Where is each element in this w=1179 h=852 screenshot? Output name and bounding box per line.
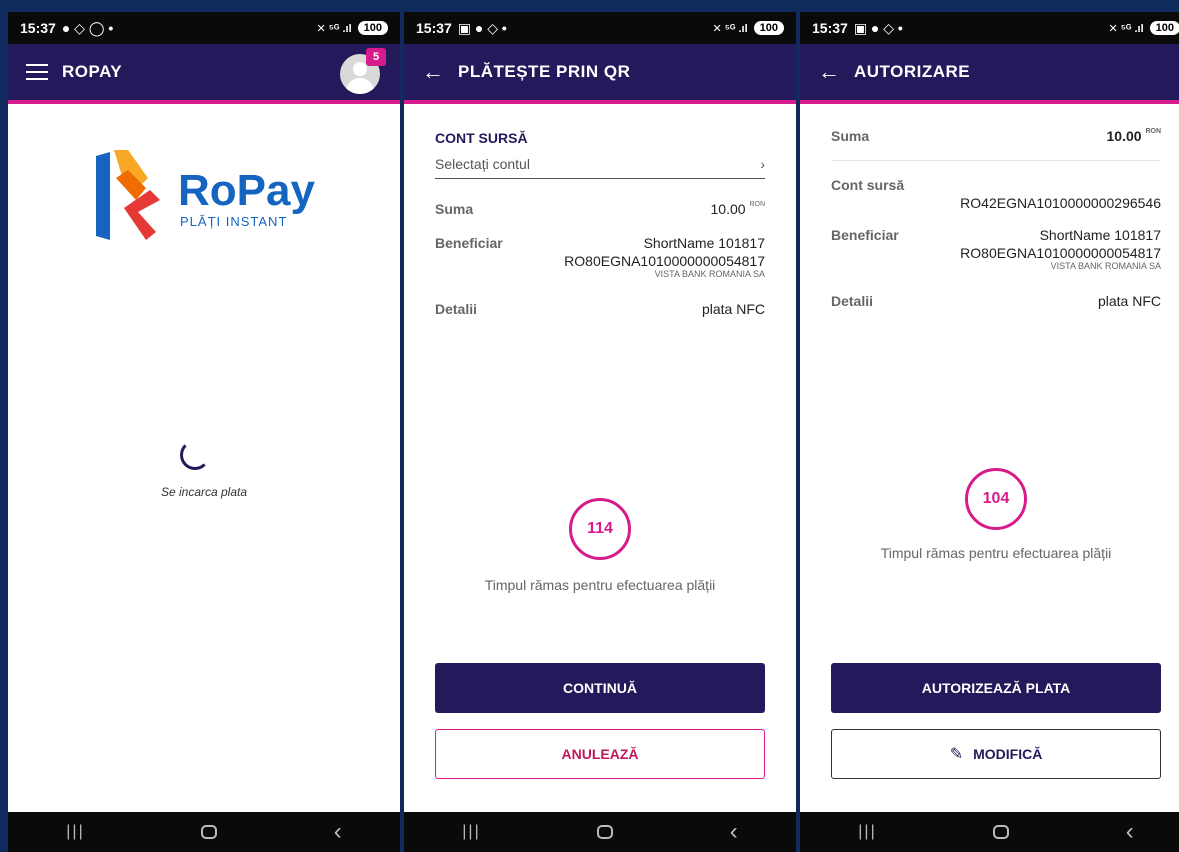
divider (831, 160, 1161, 161)
details-label: Detalii (435, 301, 478, 317)
app-bar: ← AUTORIZARE (800, 44, 1179, 104)
details-row: Detalii plata NFC (435, 301, 765, 317)
phone-screen-qr-payment: 15:37 ▣ ● ◇ • ✕ ⁵ᴳ .ıl 100 ← PLĂTEȘTE PRIN… (404, 12, 796, 852)
status-time: 15:37 (812, 20, 848, 36)
recents-button[interactable]: ||| (66, 823, 84, 841)
beneficiary-name: ShortName 101817 (643, 235, 765, 251)
status-time: 15:37 (416, 20, 452, 36)
app-title: AUTORIZARE (854, 62, 971, 81)
app-title: ROPAY (62, 62, 123, 81)
amount-row: Suma 10.00 RON (435, 201, 765, 217)
beneficiary-iban: RO80EGNA1010000000054817 (960, 245, 1161, 261)
logo-wordmark: RoPay (178, 166, 315, 215)
menu-icon[interactable] (26, 64, 48, 80)
amount-label: Suma (831, 128, 870, 144)
notification-icons: ▣ ● ◇ • (457, 19, 507, 36)
system-back-button[interactable]: ‹ (1126, 820, 1134, 844)
recents-button[interactable]: ||| (858, 823, 876, 841)
notification-icons: ● ◇ ◯ • (61, 19, 114, 36)
amount-value: 10.00 RON (1106, 128, 1162, 144)
authorize-payment-button[interactable]: AUTORIZEAZĂ PLATA (831, 663, 1161, 713)
beneficiary-value: ShortName 101817 RO80EGNA101000000005481… (564, 235, 765, 279)
logo-tagline: PLĂȚI INSTANT (180, 214, 288, 229)
countdown-text: Timpul rămas pentru efectuarea plății (484, 577, 716, 593)
countdown-timer: 104 (965, 468, 1027, 530)
recents-button[interactable]: ||| (462, 823, 480, 841)
status-bar: 15:37 ▣ ● ◇ • ✕ ⁵ᴳ .ıl 100 (800, 12, 1179, 44)
signal-icons: ✕ ⁵ᴳ .ıl (316, 22, 352, 35)
notification-icons: ▣ ● ◇ • (853, 19, 903, 36)
modify-button[interactable]: ✎ MODIFICĂ (831, 729, 1161, 779)
pencil-icon: ✎ (949, 746, 964, 763)
details-value: plata NFC (1097, 293, 1161, 309)
countdown-timer: 114 (569, 498, 631, 560)
beneficiary-row: Beneficiar ShortName 101817 RO80EGNA1010… (831, 227, 1161, 271)
status-bar: 15:37 ● ◇ ◯ • ✕ ⁵ᴳ .ıl 100 (8, 12, 400, 44)
ropay-logo: RoPay PLĂȚI INSTANT (90, 148, 322, 248)
home-button[interactable] (993, 825, 1010, 839)
details-value: plata NFC (701, 301, 765, 317)
system-nav-bar: ||| ‹ (404, 812, 796, 852)
system-back-button[interactable]: ‹ (730, 820, 738, 844)
app-bar: ← PLĂTEȘTE PRIN QR (404, 44, 796, 104)
chevron-right-icon: › (760, 156, 765, 172)
source-account-placeholder: Selectați contul (435, 156, 530, 172)
source-account-title: CONT SURSĂ (435, 130, 528, 146)
back-arrow-icon[interactable]: ← (422, 61, 444, 83)
source-account-label: Cont sursă (831, 177, 905, 193)
beneficiary-label: Beneficiar (435, 235, 503, 251)
ropay-logo-mark (96, 150, 160, 240)
home-button[interactable] (201, 825, 218, 839)
beneficiary-name: ShortName 101817 (1039, 227, 1161, 243)
phone-screen-authorization: 15:37 ▣ ● ◇ • ✕ ⁵ᴳ .ıl 100 ← AUTORIZARE Su… (800, 12, 1179, 852)
amount-label: Suma (435, 201, 474, 217)
battery-indicator: 100 (1149, 21, 1179, 35)
system-nav-bar: ||| ‹ (8, 812, 400, 852)
loading-text: Se incarca plata (160, 485, 248, 499)
modify-button-label: MODIFICĂ (973, 746, 1043, 762)
source-account-iban: RO42EGNA1010000000296546 (960, 195, 1161, 211)
app-bar: ROPAY 5 (8, 44, 400, 104)
battery-indicator: 100 (753, 21, 784, 35)
back-arrow-icon[interactable]: ← (818, 61, 840, 83)
continue-button[interactable]: CONTINUĂ (435, 663, 765, 713)
phone-screen-loading: 15:37 ● ◇ ◯ • ✕ ⁵ᴳ .ıl 100 ROPAY 5 RoPay P… (8, 12, 400, 852)
beneficiary-bank: VISTA BANK ROMANIA SA (1050, 261, 1161, 271)
details-label: Detalii (831, 293, 874, 309)
amount-row: Suma 10.00 RON (831, 128, 1161, 144)
app-title: PLĂTEȘTE PRIN QR (458, 62, 631, 81)
countdown-text: Timpul rămas pentru efectuarea plății (880, 545, 1112, 561)
system-nav-bar: ||| ‹ (800, 812, 1179, 852)
beneficiary-label: Beneficiar (831, 227, 899, 243)
status-bar: 15:37 ▣ ● ◇ • ✕ ⁵ᴳ .ıl 100 (404, 12, 796, 44)
signal-icons: ✕ ⁵ᴳ .ıl (712, 22, 748, 35)
source-account-select[interactable]: Selectați contul › (435, 156, 765, 179)
beneficiary-iban: RO80EGNA1010000000054817 (564, 253, 765, 269)
battery-indicator: 100 (357, 21, 388, 35)
notification-badge: 5 (366, 48, 386, 66)
screens-container: 15:37 ● ◇ ◯ • ✕ ⁵ᴳ .ıl 100 ROPAY 5 RoPay P… (0, 0, 1179, 852)
details-row: Detalii plata NFC (831, 293, 1161, 309)
system-back-button[interactable]: ‹ (334, 820, 342, 844)
beneficiary-value: ShortName 101817 RO80EGNA101000000005481… (960, 227, 1161, 271)
beneficiary-row: Beneficiar ShortName 101817 RO80EGNA1010… (435, 235, 765, 279)
home-button[interactable] (597, 825, 614, 839)
signal-icons: ✕ ⁵ᴳ .ıl (1108, 22, 1144, 35)
source-account-iban-row: RO42EGNA1010000000296546 (831, 195, 1161, 211)
beneficiary-bank: VISTA BANK ROMANIA SA (654, 269, 765, 279)
source-account-row: Cont sursă (831, 177, 1161, 193)
spinner-icon (180, 440, 210, 470)
status-time: 15:37 (20, 20, 56, 36)
amount-value: 10.00 RON (710, 201, 766, 217)
cancel-button[interactable]: ANULEAZĂ (435, 729, 765, 779)
